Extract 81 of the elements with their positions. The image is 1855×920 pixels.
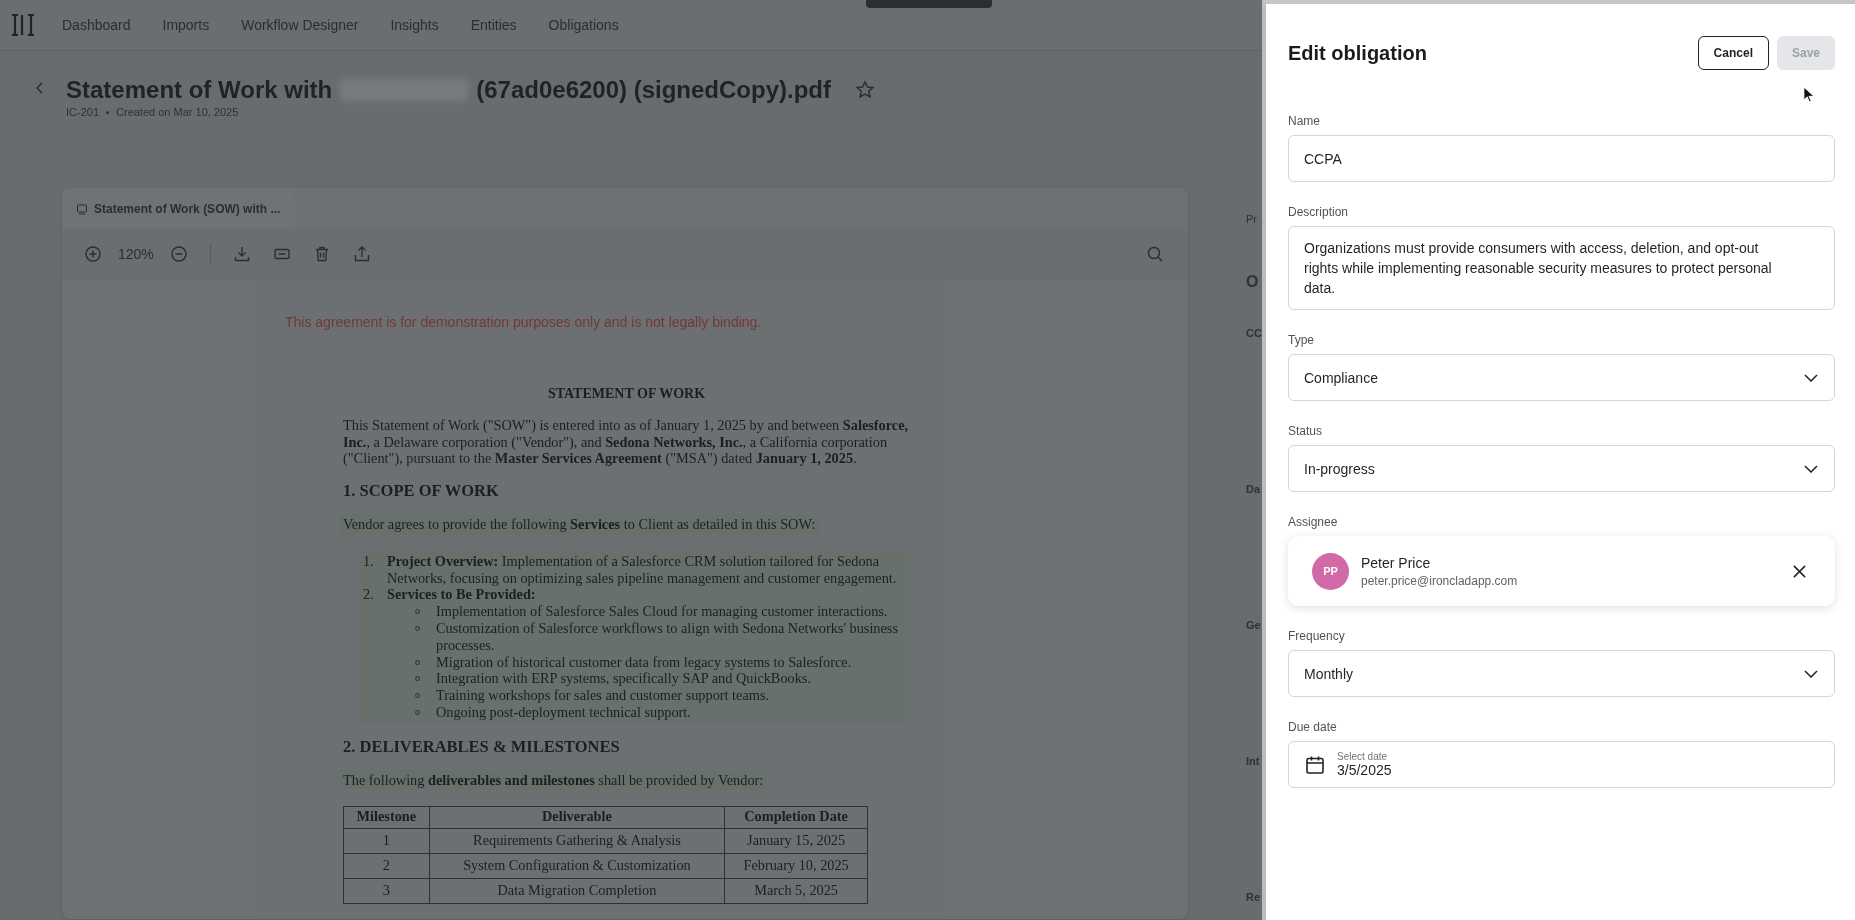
table-cell: March 5, 2025 <box>724 878 868 904</box>
table-cell: 1 <box>343 828 430 854</box>
drawer-title: Edit obligation <box>1288 41 1427 65</box>
table-cell: 3 <box>343 878 430 904</box>
list-item: Customization of Salesforce workflows to align with Sedona Networks' business processes. <box>436 619 899 654</box>
field-label: Due date <box>1288 720 1338 734</box>
obligation-title: CC <box>1246 327 1263 339</box>
back-icon[interactable] <box>34 81 46 95</box>
assignee-name: Peter Price <box>1361 554 1432 571</box>
obligation-title: Da <box>1246 483 1262 495</box>
table-cell: System Configuration & Customization <box>429 853 725 879</box>
separator-dot <box>106 110 110 114</box>
date-field[interactable]: Select date 3/5/2025 <box>1288 741 1835 788</box>
search-icon[interactable] <box>1146 245 1164 263</box>
document-icon <box>76 203 88 215</box>
meta-text: Created on Mar 10, 2025 <box>116 106 239 118</box>
cursor-icon <box>1803 86 1814 103</box>
nav-link[interactable]: Obligations <box>548 17 619 33</box>
section-heading: 1. SCOPE OF WORK <box>343 483 500 500</box>
obligation-title: Int <box>1246 755 1261 767</box>
document-title: (67ad0e6200) (signedCopy).pdf <box>476 76 831 104</box>
field-label: Assignee <box>1288 515 1339 529</box>
chevron-down-icon <box>1804 373 1818 382</box>
table-cell: 2 <box>343 853 430 879</box>
list-item: Implementation of Salesforce Sales Cloud for managing customer interactions. <box>436 603 888 620</box>
zoom-level: 120% <box>118 246 154 262</box>
nav-link[interactable]: Dashboard <box>62 17 131 33</box>
column-header: Completion Date <box>724 806 868 829</box>
panel-tab[interactable]: Pr <box>1246 213 1264 225</box>
list-item: Training workshops for sales and customer support teams. <box>436 687 770 704</box>
paragraph: Vendor agrees to provide the following Services to Client as detailed in this SOW: <box>339 514 820 535</box>
column-header: Milestone <box>343 806 430 829</box>
select-field[interactable]: In-progress <box>1288 445 1835 492</box>
list-item: Ongoing post-deployment technical support. <box>436 703 691 721</box>
select-field[interactable]: Compliance <box>1288 354 1835 401</box>
nav-link[interactable]: Entities <box>470 17 517 33</box>
zoom-out-icon[interactable] <box>169 245 188 263</box>
meta-text: IC-201 <box>66 106 100 118</box>
avatar: PP <box>1312 552 1349 590</box>
table-cell: January 15, 2025 <box>724 828 868 854</box>
select-field[interactable]: Monthly <box>1288 650 1835 697</box>
close-icon[interactable] <box>1792 563 1807 579</box>
download-icon[interactable] <box>232 245 251 263</box>
paragraph: This Statement of Work ("SOW") is entered into as of January 1, 2025 by and between Salesforce, Inc., a Delaware corporation ("Vendor"), and Sedona Networks, Inc., a California corporation ("Client"), pursuant to the Master Services Agreement ("MSA") dated January 1, 2025. <box>343 416 910 468</box>
share-icon[interactable] <box>352 245 371 263</box>
section-heading: 2. DELIVERABLES & MILESTONES <box>343 738 621 756</box>
field-label: Status <box>1288 424 1324 438</box>
panel-heading: O <box>1246 273 1260 291</box>
calendar-icon <box>1305 754 1325 775</box>
field-label: Name <box>1288 114 1321 128</box>
list-number: 1. <box>363 552 375 571</box>
chevron-down-icon <box>1804 464 1818 473</box>
cancel-button[interactable]: Cancel <box>1697 36 1769 70</box>
document-title: Statement of Work with <box>66 76 333 104</box>
paragraph: The following deliverables and milestones shall be provided by Vendor: <box>339 769 768 791</box>
assignee-email: peter.price@ironcladapp.com <box>1361 573 1519 588</box>
name-field[interactable]: CCPA <box>1288 135 1835 182</box>
obligation-title: Ge <box>1246 619 1262 631</box>
nav-link[interactable]: Imports <box>162 17 210 33</box>
field-label: Description <box>1288 205 1350 219</box>
obligation-title: Re <box>1246 891 1262 903</box>
list-item: Project Overview: Implementation of a Salesforce CRM solution tailored for Sedona Networks, focusing on optimizing sales pipeline management and customer engagement. <box>387 552 898 587</box>
table-cell: Data Migration Completion <box>429 878 725 904</box>
disclaimer-text: This agreement is for demonstration purposes only and is not legally binding. <box>285 314 763 330</box>
list-item: Migration of historical customer data from legacy systems to Salesforce. <box>436 653 852 671</box>
document-heading: STATEMENT OF WORK <box>546 386 707 403</box>
field-label: Frequency <box>1288 629 1346 643</box>
list-item: Integration with ERP systems, specifically SAP and QuickBooks. <box>436 670 811 688</box>
table-cell: Requirements Gathering & Analysis <box>429 828 725 854</box>
description-field[interactable]: Organizations must provide consumers with access, deletion, and opt-out rights while implementing reasonable security measures to protect personal data. <box>1288 226 1835 310</box>
zoom-in-icon[interactable] <box>84 245 102 263</box>
list-number: 2. <box>363 586 375 605</box>
field-label: Type <box>1288 333 1315 347</box>
list-item: Services to Be Provided: <box>387 586 537 604</box>
star-icon[interactable] <box>855 80 875 100</box>
column-header: Deliverable <box>429 806 725 829</box>
chevron-down-icon <box>1804 669 1818 678</box>
nav-link[interactable]: Insights <box>390 17 439 33</box>
table-cell: February 10, 2025 <box>724 853 868 879</box>
nav-link[interactable]: Workflow Designer <box>241 17 359 33</box>
logo-icon[interactable] <box>10 12 36 38</box>
